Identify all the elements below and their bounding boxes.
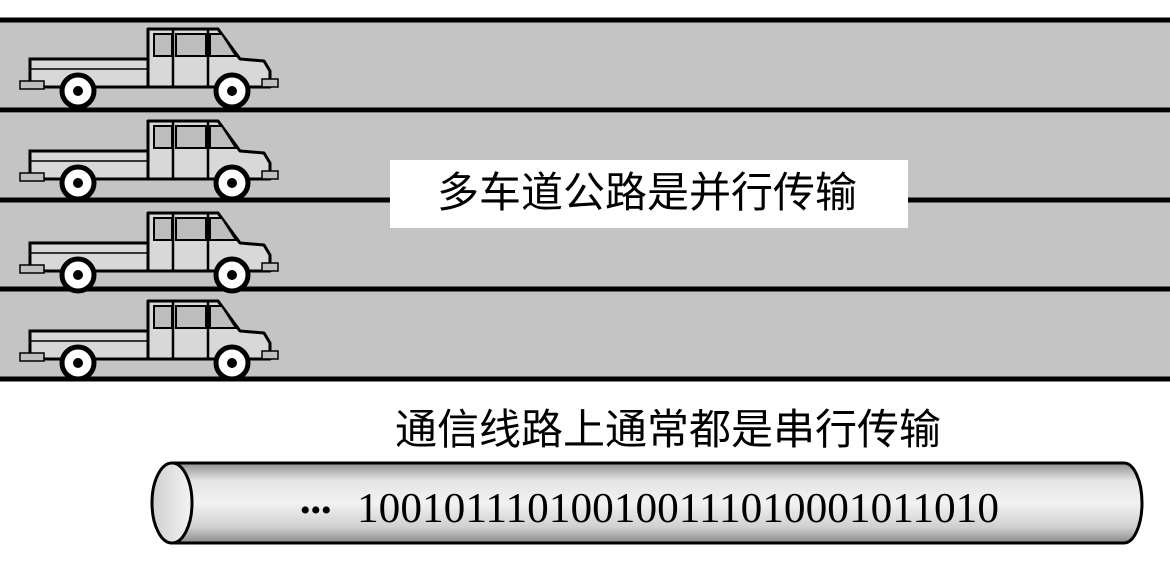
parallel-label: 多车道公路是并行传输 <box>437 168 857 217</box>
parallel-vs-serial-diagram: 多车道公路是并行传输 通信线路上通常都是串行传输 ••• 10010111010… <box>0 17 1170 545</box>
bit-ellipsis: ••• <box>300 494 332 527</box>
serial-title: 通信线路上通常都是串行传输 <box>395 405 941 454</box>
pipe-opening <box>150 461 194 545</box>
serial-line: 通信线路上通常都是串行传输 ••• 1001011101001001110100… <box>150 405 1144 545</box>
highway: 多车道公路是并行传输 <box>0 17 1170 382</box>
bit-stream: 100101110100100111010001011010 <box>357 486 999 532</box>
